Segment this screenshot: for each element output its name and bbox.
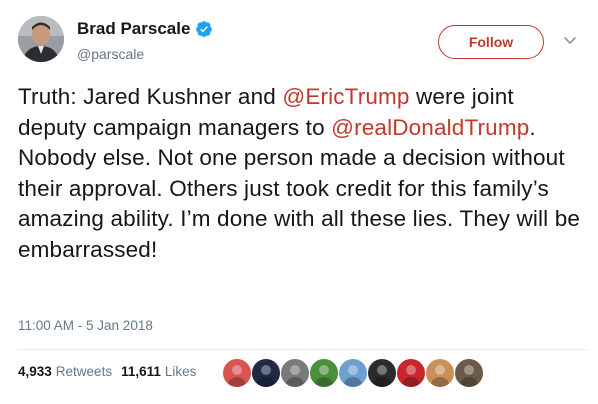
likes-label: Likes (164, 364, 197, 379)
likes-stat[interactable]: 11,611 Likes (121, 362, 196, 382)
stats-divider (18, 349, 588, 350)
mention-link[interactable]: @realDonaldTrump (331, 115, 529, 140)
liker-avatar-flag-icon[interactable] (222, 358, 252, 388)
tweet-text: Truth: Jared Kushner and @EricTrump were… (18, 82, 588, 265)
liker-avatar-badge-icon[interactable] (251, 358, 281, 388)
chevron-down-icon[interactable] (563, 36, 577, 46)
liker-avatar-sky-icon[interactable] (338, 358, 368, 388)
verified-badge-icon (196, 21, 213, 37)
tweet-stats: 4,933 Retweets 11,611 Likes (18, 362, 196, 382)
liker-avatar-leaves-icon[interactable] (309, 358, 339, 388)
author-name-row: Brad Parscale (77, 18, 213, 40)
retweets-stat[interactable]: 4,933 Retweets (18, 362, 112, 382)
liker-avatar-cat-icon[interactable] (367, 358, 397, 388)
liker-avatar-dog-icon[interactable] (454, 358, 484, 388)
profile-photo-icon (18, 16, 64, 62)
follow-button[interactable]: Follow (438, 25, 544, 59)
tweet-text-segment: Truth: Jared Kushner and (18, 84, 283, 109)
author-display-name[interactable]: Brad Parscale (77, 18, 190, 40)
liker-avatars (222, 358, 492, 388)
liker-avatar-red-icon[interactable] (396, 358, 426, 388)
mention-link[interactable]: @EricTrump (282, 84, 409, 109)
author-avatar[interactable] (18, 16, 64, 62)
retweets-count: 4,933 (18, 364, 52, 379)
liker-avatar-person-icon[interactable] (425, 358, 455, 388)
liker-avatar-text-icon[interactable] (280, 358, 310, 388)
author-handle[interactable]: @parscale (77, 45, 144, 63)
tweet-timestamp[interactable]: 11:00 AM - 5 Jan 2018 (18, 317, 153, 335)
likes-count: 11,611 (121, 364, 161, 379)
retweets-label: Retweets (55, 364, 113, 379)
